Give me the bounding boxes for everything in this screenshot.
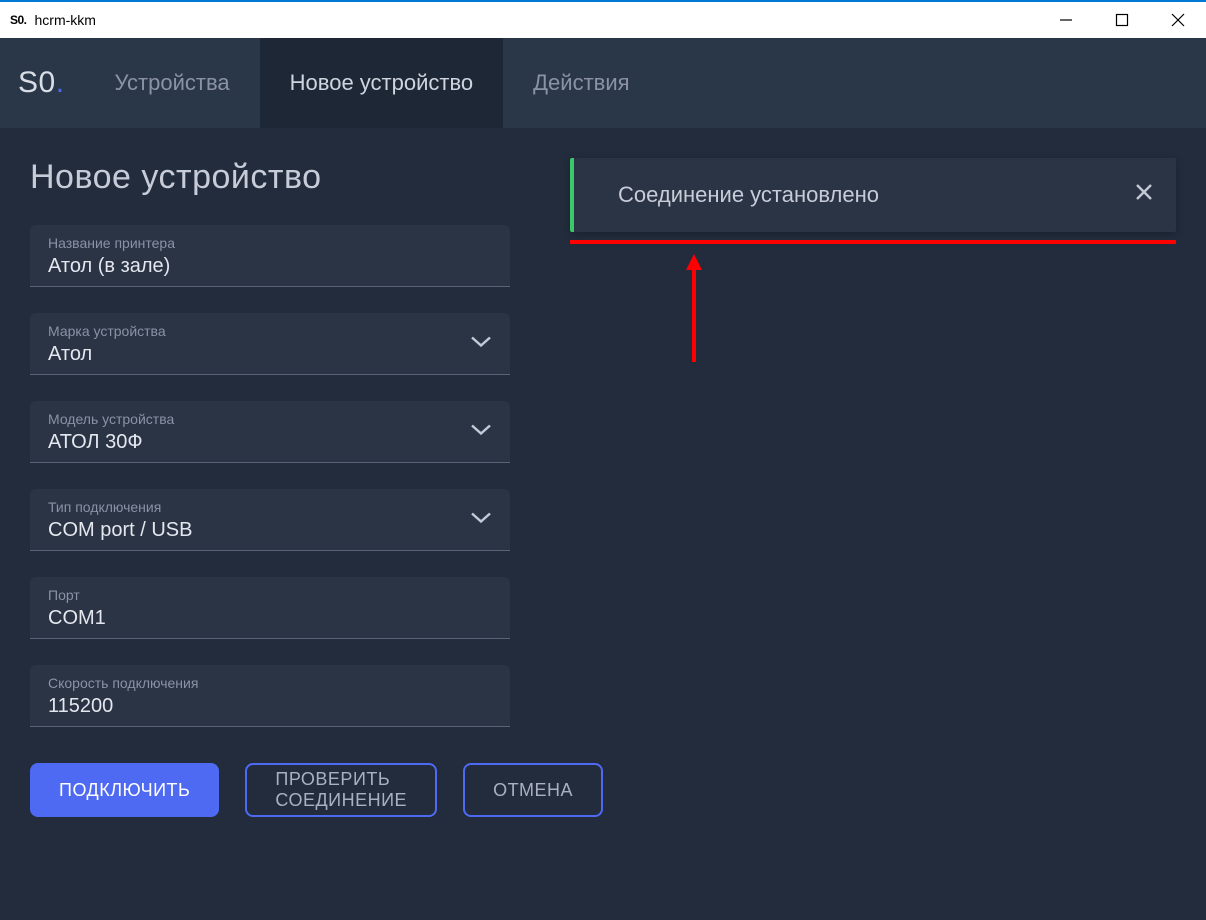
field-value: АТОЛ 30Ф <box>48 431 492 454</box>
notification-column: Соединение установлено <box>570 158 1176 900</box>
chevron-down-icon <box>470 510 492 529</box>
page-title: Новое устройство <box>30 158 510 197</box>
close-icon <box>1134 182 1154 202</box>
tab-new-device[interactable]: Новое устройство <box>260 38 504 128</box>
test-connection-button[interactable]: ПРОВЕРИТЬ СОЕДИНЕНИЕ <box>245 763 437 817</box>
form-column: Новое устройство Название принтера Атол … <box>30 158 510 900</box>
field-label: Название принтера <box>48 235 492 251</box>
window-title: hcrm-kkm <box>35 12 96 28</box>
maximize-icon <box>1115 13 1129 27</box>
tab-label: Устройства <box>115 70 230 96</box>
toast-close-button[interactable] <box>1134 182 1154 208</box>
titlebar: S0. hcrm-kkm <box>0 2 1206 38</box>
minimize-button[interactable] <box>1038 2 1094 38</box>
toast-message: Соединение установлено <box>618 182 879 207</box>
field-label: Модель устройства <box>48 411 492 427</box>
annotation-underline <box>570 240 1176 244</box>
field-value: COM port / USB <box>48 519 492 542</box>
brand-text: S0 <box>18 66 56 100</box>
tab-label: Действия <box>533 70 629 96</box>
content-area: Новое устройство Название принтера Атол … <box>0 128 1206 920</box>
connection-type-select[interactable]: Тип подключения COM port / USB <box>30 489 510 551</box>
connection-toast: Соединение установлено <box>570 158 1176 232</box>
field-label: Марка устройства <box>48 323 492 339</box>
window-controls <box>1038 2 1206 38</box>
device-brand-select[interactable]: Марка устройства Атол <box>30 313 510 375</box>
field-label: Порт <box>48 587 492 603</box>
device-model-select[interactable]: Модель устройства АТОЛ 30Ф <box>30 401 510 463</box>
tab-actions[interactable]: Действия <box>503 38 659 128</box>
close-button[interactable] <box>1150 2 1206 38</box>
brand-dot: . <box>56 66 65 100</box>
field-label: Скорость подключения <box>48 675 492 691</box>
field-label: Тип подключения <box>48 499 492 515</box>
field-value: Атол (в зале) <box>48 255 492 278</box>
maximize-button[interactable] <box>1094 2 1150 38</box>
minimize-icon <box>1059 13 1073 27</box>
tab-devices[interactable]: Устройства <box>85 38 260 128</box>
navbar: S0. Устройства Новое устройство Действия <box>0 38 1206 128</box>
window-frame: S0. hcrm-kkm S0. Устройства Новое устрой… <box>0 0 1206 920</box>
button-row: ПОДКЛЮЧИТЬ ПРОВЕРИТЬ СОЕДИНЕНИЕ ОТМЕНА <box>30 763 510 817</box>
port-field[interactable]: Порт COM1 <box>30 577 510 639</box>
close-icon <box>1171 13 1185 27</box>
app-body: S0. Устройства Новое устройство Действия… <box>0 38 1206 920</box>
connect-button[interactable]: ПОДКЛЮЧИТЬ <box>30 763 219 817</box>
chevron-down-icon <box>470 334 492 353</box>
chevron-down-icon <box>470 422 492 441</box>
speed-field[interactable]: Скорость подключения 115200 <box>30 665 510 727</box>
brand-logo: S0. <box>0 38 85 128</box>
annotation-arrow-icon <box>684 254 704 364</box>
printer-name-field[interactable]: Название принтера Атол (в зале) <box>30 225 510 287</box>
tab-label: Новое устройство <box>290 70 474 96</box>
app-icon-text: S0. <box>10 13 27 27</box>
field-value: 115200 <box>48 695 492 718</box>
field-value: COM1 <box>48 607 492 630</box>
field-value: Атол <box>48 343 492 366</box>
